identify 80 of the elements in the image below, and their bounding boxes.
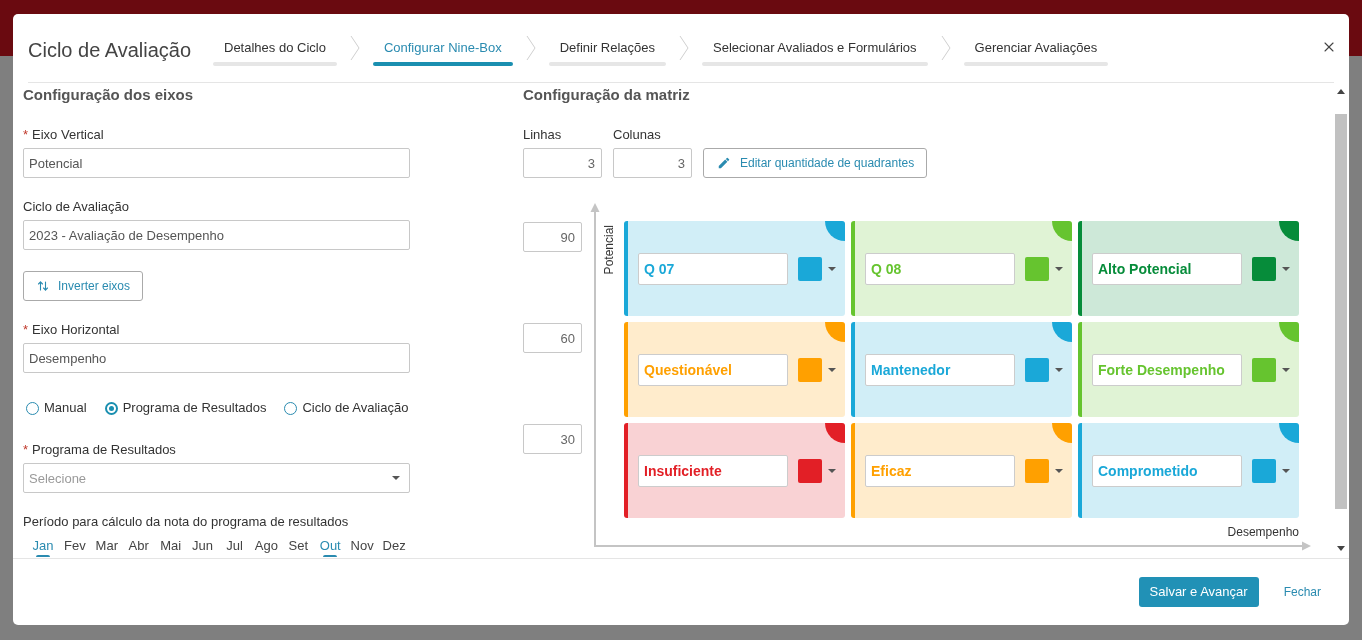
caret-icon[interactable] [1282, 266, 1290, 271]
invert-axes-button[interactable]: Inverter eixos [23, 271, 143, 301]
caret-down-icon[interactable] [1337, 546, 1345, 551]
swap-arrows-icon [37, 280, 49, 292]
close-link[interactable]: Fechar [1283, 583, 1321, 601]
save-and-continue-button[interactable]: Salvar e Avançar [1138, 577, 1259, 607]
month-label: Nov [350, 537, 374, 555]
chevron-icon [349, 35, 360, 61]
caret-icon[interactable] [1282, 468, 1290, 473]
month-label: Dez [382, 537, 406, 555]
color-swatch-icon[interactable] [1252, 357, 1276, 382]
row-limit-input[interactable]: 30 [523, 424, 582, 454]
radio-icon[interactable] [26, 401, 39, 415]
select-field[interactable]: Selecione [23, 463, 410, 493]
month-label: Fev [64, 537, 86, 555]
caret-icon[interactable] [828, 367, 836, 372]
radio-icon[interactable] [284, 401, 298, 415]
dialog-title: Ciclo de Avaliação [28, 38, 192, 63]
color-swatch-icon[interactable] [1025, 357, 1049, 382]
field-label: * Eixo Vertical [23, 126, 104, 144]
radio-icon[interactable] [104, 401, 118, 415]
section-heading: Configuração da matriz [523, 85, 690, 105]
step-tab[interactable]: Configurar Nine-Box [372, 39, 513, 66]
step-tab[interactable]: Selecionar Avaliados e Formulários [702, 39, 928, 66]
text-input[interactable]: 2023 - Avaliação de Desempenho [23, 220, 410, 250]
number-input[interactable]: 3 [613, 148, 692, 178]
chevron-icon [679, 35, 690, 61]
caret-icon[interactable] [1055, 468, 1063, 473]
row-limit-input[interactable]: 60 [523, 323, 582, 353]
chevron-icon [525, 35, 536, 61]
month-label: Out [319, 537, 341, 555]
field-label: * Programa de Resultados [23, 441, 176, 459]
month-label: Ago [254, 537, 278, 555]
caret-icon[interactable] [1055, 367, 1063, 372]
caret-icon[interactable] [1055, 266, 1063, 271]
caret-icon[interactable] [828, 266, 836, 271]
pencil-icon [717, 156, 731, 170]
month-label: Jan [32, 537, 54, 555]
color-swatch-icon[interactable] [1025, 256, 1049, 281]
quadrant-name-input[interactable]: Alto Potencial [1092, 252, 1242, 285]
section-heading: Configuração dos eixos [23, 85, 194, 105]
color-swatch-icon[interactable] [1025, 458, 1049, 483]
number-input[interactable]: 3 [523, 148, 602, 178]
color-swatch-icon[interactable] [798, 458, 822, 483]
month-label: Mar [95, 537, 118, 555]
scrollbar-thumb[interactable] [1335, 114, 1347, 509]
row-limit-input[interactable]: 90 [523, 222, 582, 252]
caret-up-icon[interactable] [1337, 89, 1345, 94]
color-swatch-icon[interactable] [1252, 458, 1276, 483]
field-label: Período para cálculo da nota do programa de resultados [23, 513, 349, 531]
edit-quadrants-button[interactable]: Editar quantidade de quadrantes [703, 148, 928, 178]
radio-option[interactable]: Programa de Resultados [104, 399, 267, 417]
month-label: Jul [226, 537, 243, 555]
caret-icon[interactable] [392, 476, 400, 480]
axis-label: Desempenho [1227, 524, 1299, 541]
radio-option[interactable]: Manual [26, 399, 87, 417]
field-label: Linhas [523, 126, 562, 144]
slider-handle[interactable] [35, 555, 50, 557]
radio-option[interactable]: Ciclo de Avaliação [284, 399, 409, 417]
color-swatch-icon[interactable] [1252, 256, 1276, 281]
step-tab[interactable]: Definir Relações [548, 39, 667, 66]
slider-handle[interactable] [323, 555, 338, 557]
caret-icon[interactable] [828, 468, 836, 473]
caret-icon[interactable] [1282, 367, 1290, 372]
step-tab[interactable]: Detalhes do Ciclo [213, 39, 337, 66]
month-label: Abr [128, 537, 149, 555]
quadrant-name-input[interactable]: Insuficiente [638, 454, 788, 487]
month-label: Jun [192, 537, 214, 555]
step-tab[interactable]: Gerenciar Avaliações [963, 39, 1109, 66]
month-label: Mai [160, 537, 182, 555]
field-label: Ciclo de Avaliação [23, 198, 129, 216]
color-swatch-icon[interactable] [798, 357, 822, 382]
text-input[interactable]: Potencial [23, 148, 410, 178]
month-label: Set [288, 537, 309, 555]
chevron-icon [940, 35, 951, 61]
field-label: * Eixo Horizontal [23, 321, 120, 339]
axis-label: Potencial [602, 225, 616, 275]
text-input[interactable]: Desempenho [23, 343, 410, 373]
color-swatch-icon[interactable] [798, 256, 822, 281]
field-label: Colunas [613, 126, 661, 144]
